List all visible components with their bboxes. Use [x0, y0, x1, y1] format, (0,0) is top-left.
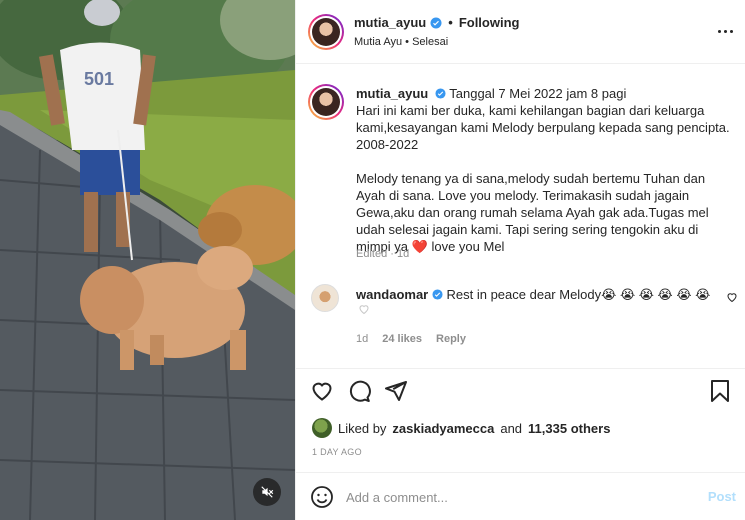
svg-text:501: 501 [84, 69, 114, 89]
verified-badge-icon [430, 17, 442, 28]
comment-time: 1d [356, 333, 369, 345]
caption-paragraph-1: Hari ini kami ber duka, kami kehilangan … [356, 103, 730, 152]
author-avatar[interactable] [308, 14, 344, 50]
author-row: mutia_ayuu • Following [354, 15, 519, 30]
comment-text: Rest in peace dear Melody😭 😭 😭 😭 😭 😭 [446, 287, 711, 302]
comment-meta: 1d 24 likes Reply [356, 333, 466, 345]
post-timestamp[interactable]: 1 DAY AGO [312, 447, 362, 457]
mute-icon [261, 486, 274, 498]
caption-body: mutia_ayuu Tanggal 7 Mei 2022 jam 8 pagi… [356, 85, 736, 272]
bookmark-icon[interactable] [708, 379, 732, 403]
comment-input[interactable] [346, 485, 676, 509]
liker-username[interactable]: zaskiadyamecca [392, 421, 494, 436]
caption-paragraph-2-end: love you Mel [431, 239, 505, 254]
post-details-panel: mutia_ayuu • Following Mutia Ayu • Seles… [295, 0, 745, 520]
post-video[interactable]: 501 [0, 0, 295, 520]
comment-reply-button[interactable]: Reply [436, 333, 466, 345]
liker-avatar[interactable] [312, 418, 332, 438]
caption-line-1: Tanggal 7 Mei 2022 jam 8 pagi [449, 86, 627, 101]
post-comment-button[interactable]: Post [708, 489, 736, 504]
caption-paragraph-2: Melody tenang ya di sana,melody sudah be… [356, 171, 709, 254]
caption-username[interactable]: mutia_ayuu [356, 86, 428, 101]
liked-and: and [500, 420, 523, 436]
mute-button[interactable] [253, 478, 281, 506]
commenter-username[interactable]: wandaomar [356, 287, 428, 302]
comment-small-heart-icon [359, 305, 369, 315]
liked-by-prefix: Liked by [338, 420, 387, 436]
caption-avatar[interactable] [308, 84, 344, 120]
video-frame: 501 [0, 0, 295, 520]
action-bar [296, 368, 745, 410]
verified-badge-icon [435, 88, 446, 99]
post-header: mutia_ayuu • Following Mutia Ayu • Seles… [296, 0, 745, 64]
heart-emoji: ❤️ [411, 239, 428, 254]
author-username[interactable]: mutia_ayuu [354, 15, 426, 30]
comment-likes[interactable]: 24 likes [382, 333, 422, 345]
add-comment-bar: Post [296, 472, 745, 520]
comment-icon[interactable] [347, 379, 371, 403]
likes-count[interactable]: 11,335 others [528, 421, 610, 436]
following-button[interactable]: Following [459, 15, 520, 30]
share-icon[interactable] [384, 379, 408, 403]
author-subtitle[interactable]: Mutia Ayu • Selesai [354, 36, 448, 48]
comment-text-row: wandaomar Rest in peace dear Melody😭 😭 😭… [356, 286, 716, 303]
more-options-button[interactable] [716, 24, 734, 38]
more-icon [717, 29, 721, 33]
caption-meta: Edited · 1d [356, 248, 410, 260]
emoji-icon[interactable] [310, 485, 334, 509]
comment-like-heart-icon[interactable] [726, 291, 738, 303]
separator-dot: • [448, 15, 453, 30]
verified-badge-icon [432, 289, 443, 300]
heart-outline-icon[interactable] [310, 379, 334, 403]
likes-summary: Liked by zaskiadyamecca and 11,335 other… [312, 418, 610, 438]
commenter-avatar[interactable] [311, 284, 339, 312]
